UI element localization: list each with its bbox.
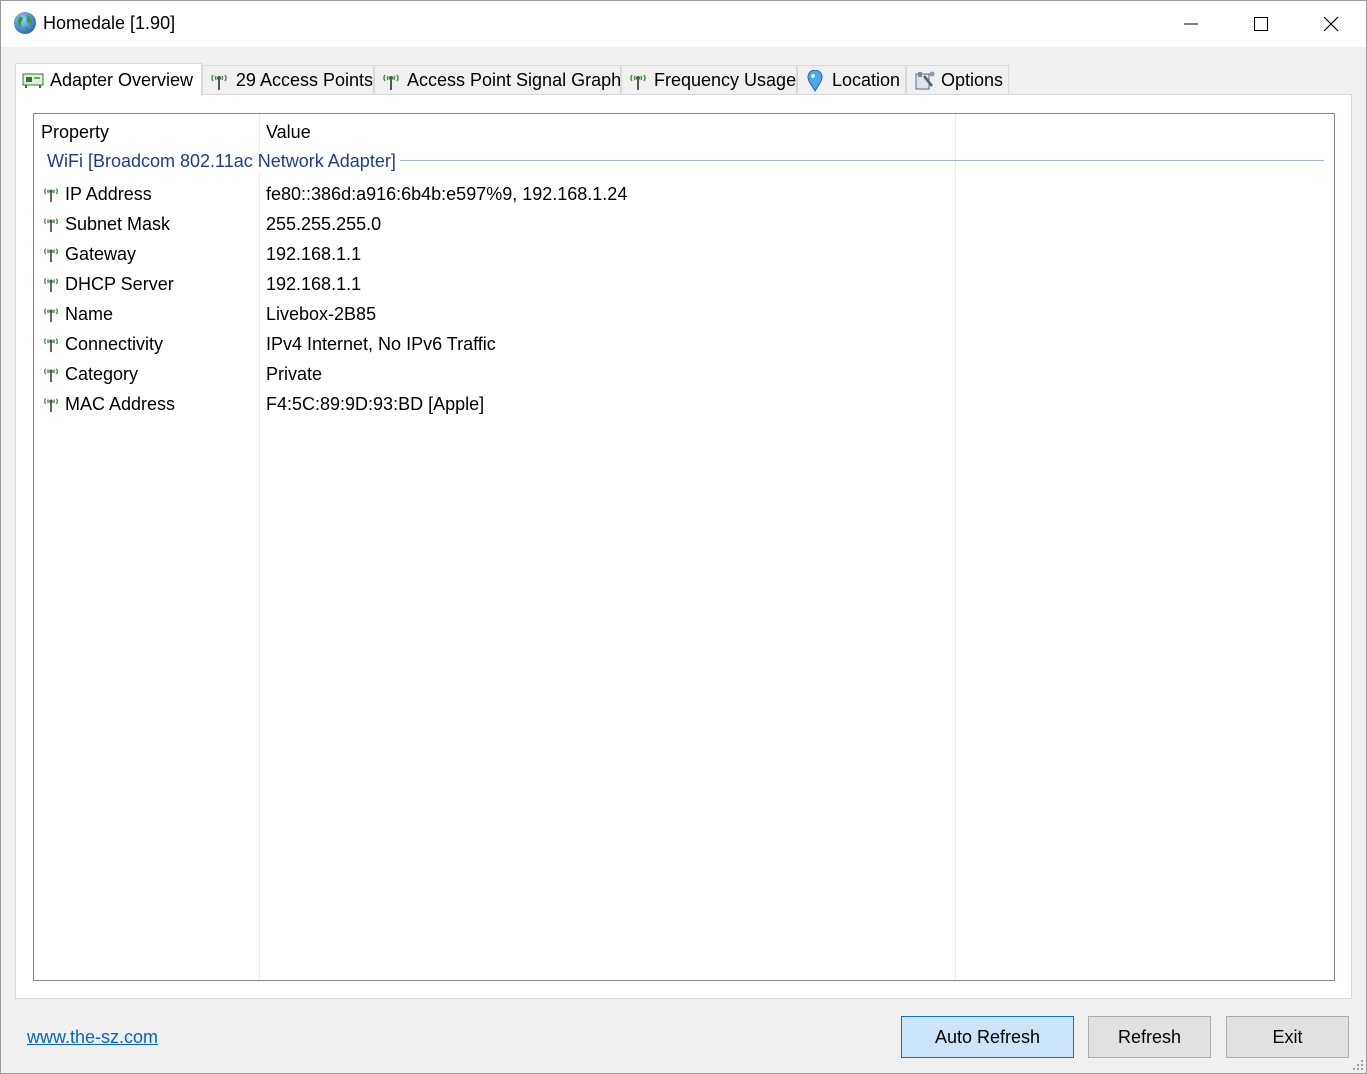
list-item[interactable]: Category Private <box>34 360 1334 390</box>
property-name: IP Address <box>65 184 152 204</box>
minimize-icon <box>1184 23 1198 25</box>
property-value: 192.168.1.1 <box>266 244 362 264</box>
property-value: fe80::386d:a916:6b4b:e597%9, 192.168.1.2… <box>266 184 628 204</box>
column-header-property[interactable]: Property <box>41 122 109 143</box>
adapter-list-view[interactable]: Property Value WiFi [Broadcom 802.11ac N… <box>33 113 1335 981</box>
tab-access-points[interactable]: 29 Access Points <box>202 65 374 95</box>
antenna-icon <box>42 304 60 324</box>
map-pin-icon <box>804 69 826 92</box>
tab-adapter-overview[interactable]: Adapter Overview <box>15 63 202 96</box>
maximize-button[interactable] <box>1226 1 1296 47</box>
title-bar[interactable]: Homedale [1.90] <box>1 1 1366 47</box>
antenna-icon <box>42 274 60 294</box>
minimize-button[interactable] <box>1156 1 1226 47</box>
antenna-icon <box>42 334 60 354</box>
property-name: MAC Address <box>65 394 176 414</box>
property-value: 192.168.1.1 <box>266 274 362 294</box>
close-icon <box>1323 16 1339 32</box>
property-value: 255.255.255.0 <box>266 214 382 234</box>
tab-label: Options <box>941 70 1004 90</box>
list-item[interactable]: Connectivity IPv4 Internet, No IPv6 Traff… <box>34 330 1334 360</box>
list-item[interactable]: DHCP Server 192.168.1.1 <box>34 270 1334 300</box>
property-name: DHCP Server <box>65 274 174 294</box>
exit-button[interactable]: Exit <box>1226 1016 1349 1058</box>
resize-grip-icon[interactable] <box>1352 1059 1364 1071</box>
antenna-icon <box>42 184 60 204</box>
property-name: Gateway <box>65 244 137 264</box>
property-name: Connectivity <box>65 334 164 354</box>
antenna-icon <box>42 244 60 264</box>
antenna-icon <box>42 394 60 414</box>
property-name: Category <box>65 364 139 384</box>
antenna-icon <box>42 364 60 384</box>
tab-label: 29 Access Points <box>235 70 373 90</box>
window-title: Homedale [1.90] <box>43 13 176 33</box>
globe-icon <box>14 12 36 34</box>
antenna-icon <box>381 71 401 91</box>
refresh-button[interactable]: Refresh <box>1088 1016 1211 1058</box>
tab-label: Access Point Signal Graph <box>407 70 622 90</box>
tab-label: Location <box>832 70 901 90</box>
website-link[interactable]: www.the-sz.com <box>27 1027 158 1048</box>
tab-label: Adapter Overview <box>50 69 194 90</box>
auto-refresh-button[interactable]: Auto Refresh <box>901 1016 1074 1058</box>
group-header-wifi[interactable]: WiFi [Broadcom 802.11ac Network Adapter] <box>47 151 400 172</box>
antenna-icon <box>209 71 230 91</box>
property-value: IPv4 Internet, No IPv6 Traffic <box>266 334 496 354</box>
list-item[interactable]: Name Livebox-2B85 <box>34 300 1334 330</box>
tab-signal-graph[interactable]: Access Point Signal Graph <box>374 65 621 95</box>
tab-label: Frequency Usage <box>654 70 797 90</box>
tab-options[interactable]: Options <box>906 65 1009 95</box>
group-divider <box>394 160 1324 161</box>
network-card-icon <box>22 70 44 90</box>
list-item[interactable]: IP Address fe80::386d:a916:6b4b:e597%9, 1… <box>34 180 1334 210</box>
tab-panel-adapter-overview: Property Value WiFi [Broadcom 802.11ac N… <box>15 94 1352 999</box>
property-name: Name <box>65 304 114 324</box>
list-item[interactable]: Subnet Mask 255.255.255.0 <box>34 210 1334 240</box>
tab-location[interactable]: Location <box>797 65 906 95</box>
list-item[interactable]: Gateway 192.168.1.1 <box>34 240 1334 270</box>
property-value: Livebox-2B85 <box>266 304 377 324</box>
antenna-icon <box>42 214 60 234</box>
maximize-icon <box>1254 17 1268 31</box>
property-name: Subnet Mask <box>65 214 171 234</box>
property-value: Private <box>266 364 323 384</box>
property-value: F4:5C:89:9D:93:BD [Apple] <box>266 394 485 414</box>
list-item[interactable]: MAC Address F4:5C:89:9D:93:BD [Apple] <box>34 390 1334 420</box>
column-header-value[interactable]: Value <box>266 122 311 143</box>
close-button[interactable] <box>1296 1 1366 47</box>
antenna-icon <box>628 71 648 91</box>
tab-frequency-usage[interactable]: Frequency Usage <box>621 65 797 95</box>
tools-icon <box>913 71 935 91</box>
homedale-window: Homedale [1.90] Adapter Overview 29 Acce… <box>0 0 1367 1074</box>
